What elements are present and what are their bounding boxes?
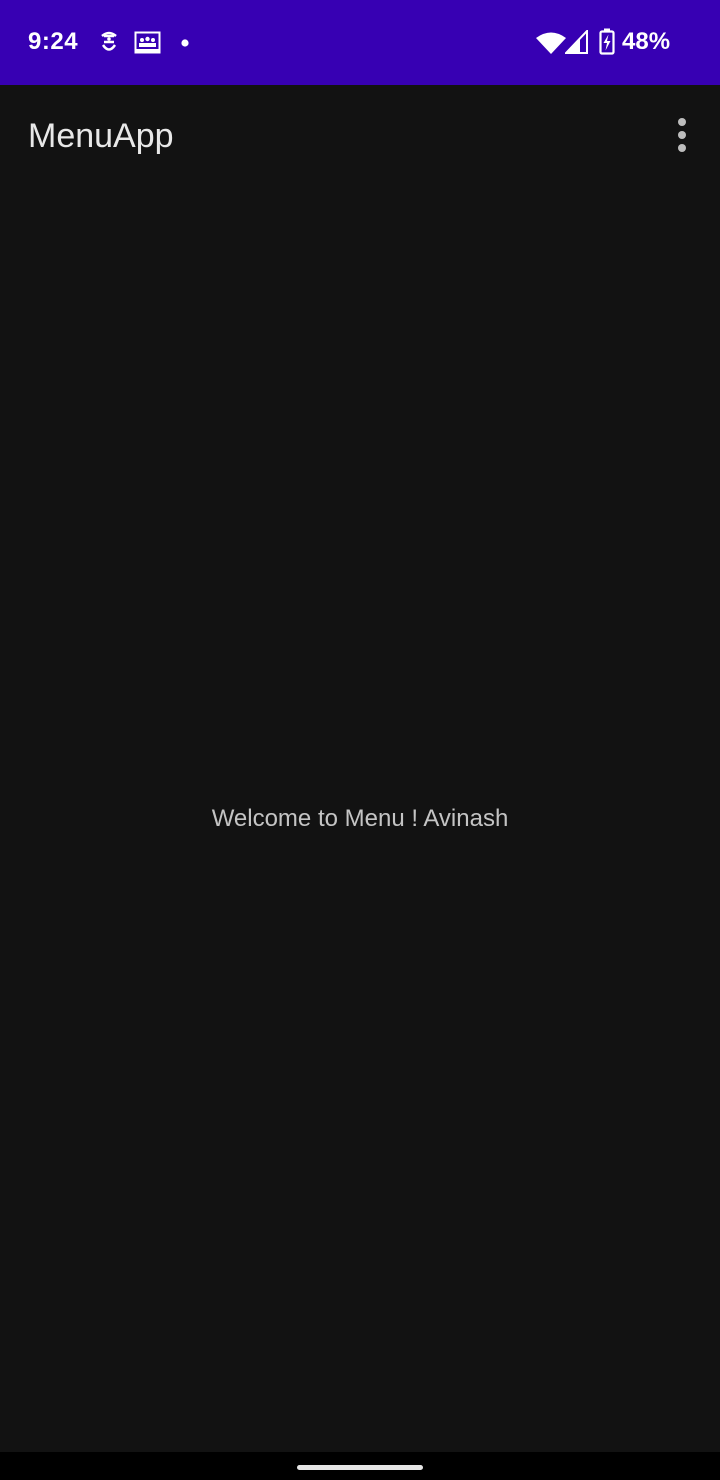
cellular-signal-icon	[565, 30, 588, 54]
navigation-bar	[0, 1452, 720, 1480]
more-vert-icon[interactable]	[660, 111, 704, 159]
notification-a-icon	[101, 31, 117, 51]
overflow-dot	[678, 144, 686, 152]
main-content: Welcome to Menu ! Avinash	[0, 187, 720, 1452]
battery-charging-icon	[599, 28, 615, 55]
overflow-dot	[678, 118, 686, 126]
overflow-dot	[678, 131, 686, 139]
battery-percentage: 48%	[622, 28, 671, 55]
app-title: MenuApp	[28, 117, 174, 155]
status-time: 9:24	[28, 28, 79, 55]
welcome-text: Welcome to Menu ! Avinash	[211, 805, 509, 832]
gallery-notification-icon	[134, 31, 161, 54]
status-bar: 9:24 48%	[0, 0, 720, 85]
wifi-icon	[536, 32, 566, 54]
app-screen: 9:24 48% MenuApp Welcome to Menu ! Avina…	[0, 0, 720, 1480]
notification-dot-icon	[181, 39, 189, 47]
app-bar: MenuApp	[0, 85, 720, 187]
home-gesture-handle[interactable]	[297, 1465, 423, 1470]
